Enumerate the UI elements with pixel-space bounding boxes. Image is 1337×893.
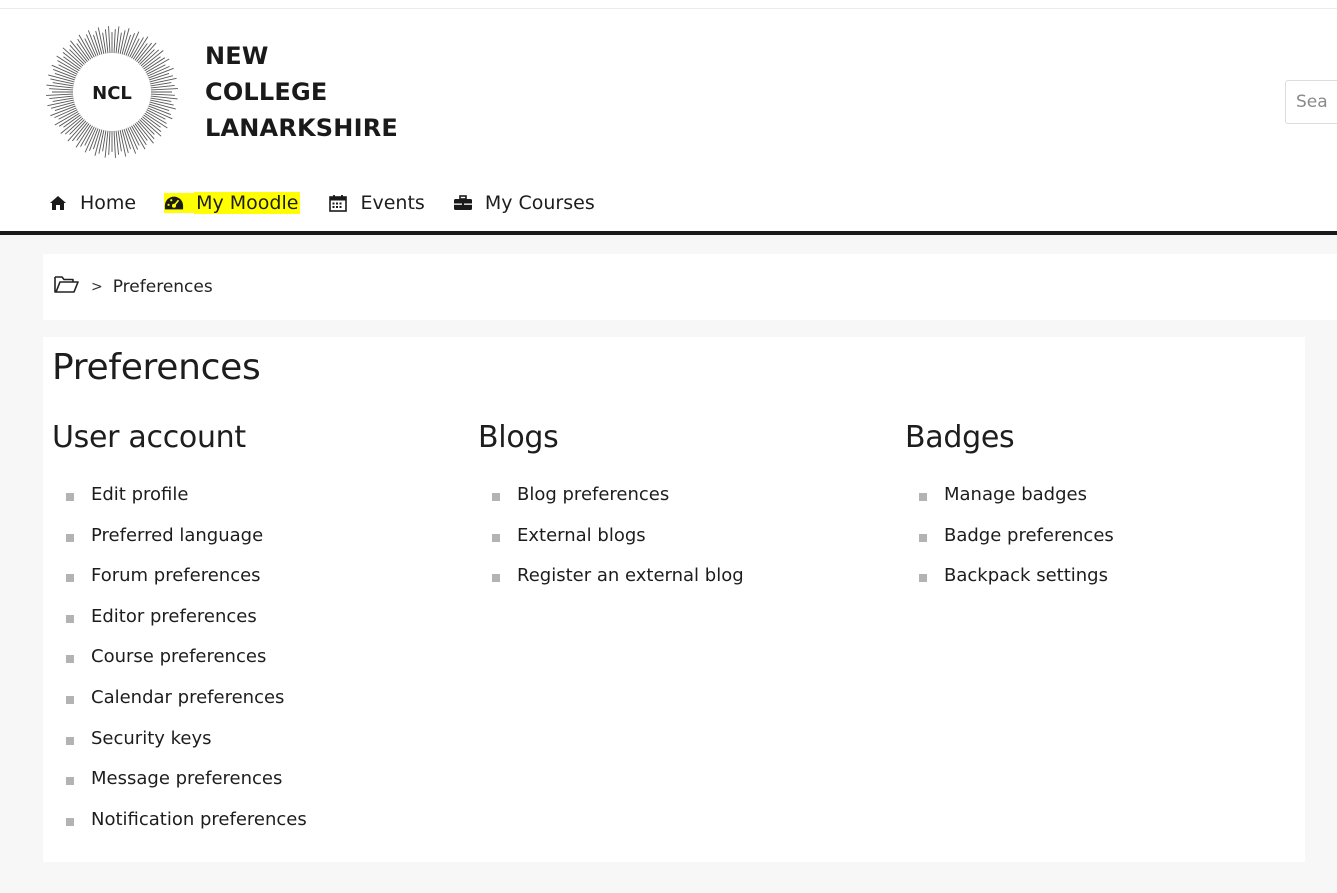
link-backpack-settings[interactable]: Backpack settings [944, 565, 1108, 586]
square-bullet-icon [66, 695, 74, 704]
list-item: Register an external blog [483, 565, 744, 606]
breadcrumb-bar: > Preferences [43, 254, 1337, 320]
link-message-preferences[interactable]: Message preferences [91, 768, 282, 789]
section-blogs: Blogs Blog preferences External blogs Re… [478, 420, 744, 586]
link-register-external-blog[interactable]: Register an external blog [517, 565, 744, 586]
list-item: Forum preferences [57, 565, 307, 606]
college-name[interactable]: NEW COLLEGE LANARKSHIRE [205, 38, 398, 146]
main-nav: Home My Moodle Events My Courses [48, 187, 623, 219]
top-divider [0, 8, 1337, 9]
dashboard-icon [164, 193, 195, 213]
ncl-logo[interactable]: NCL [42, 22, 182, 162]
list-item: Course preferences [57, 646, 307, 687]
link-security-keys[interactable]: Security keys [91, 728, 212, 749]
square-bullet-icon [66, 493, 74, 501]
square-bullet-icon [919, 574, 927, 583]
section-heading: User account [52, 420, 246, 455]
link-manage-badges[interactable]: Manage badges [944, 484, 1087, 505]
search-placeholder: Sea [1296, 92, 1328, 112]
search-input[interactable]: Sea [1285, 80, 1337, 124]
site-header: NCL NEW COLLEGE LANARKSHIRE Sea Home My … [0, 0, 1337, 235]
list-item: Security keys [57, 728, 307, 769]
link-badge-preferences[interactable]: Badge preferences [944, 525, 1114, 546]
link-course-preferences[interactable]: Course preferences [91, 646, 266, 667]
page-title: Preferences [52, 347, 261, 388]
nav-my-courses[interactable]: My Courses [453, 192, 595, 214]
list-item: Message preferences [57, 768, 307, 809]
home-icon [48, 193, 68, 213]
link-notification-preferences[interactable]: Notification preferences [91, 809, 307, 830]
nav-events[interactable]: Events [328, 192, 425, 214]
calendar-icon [328, 193, 348, 213]
square-bullet-icon [66, 655, 74, 664]
nav-my-moodle-label: My Moodle [194, 192, 301, 214]
breadcrumb: > Preferences [53, 274, 213, 299]
list-item: Calendar preferences [57, 687, 307, 728]
nav-events-label: Events [360, 192, 425, 214]
square-bullet-icon [66, 614, 74, 623]
square-bullet-icon [66, 574, 74, 583]
square-bullet-icon [66, 736, 74, 745]
link-editor-preferences[interactable]: Editor preferences [91, 606, 257, 627]
list-item: Backpack settings [910, 565, 1114, 606]
section-user-account: User account Edit profile Preferred lang… [52, 420, 307, 830]
header-divider [0, 231, 1337, 235]
list-item: Badge preferences [910, 525, 1114, 566]
square-bullet-icon [492, 574, 500, 583]
square-bullet-icon [919, 533, 927, 542]
list-item: Edit profile [57, 484, 307, 525]
link-edit-profile[interactable]: Edit profile [91, 484, 188, 505]
square-bullet-icon [919, 493, 927, 501]
link-list: Manage badges Badge preferences Backpack… [910, 484, 1114, 606]
list-item: Blog preferences [483, 484, 744, 525]
logo-line-2: COLLEGE [205, 78, 328, 106]
list-item: External blogs [483, 525, 744, 566]
section-heading: Blogs [478, 420, 559, 455]
link-calendar-preferences[interactable]: Calendar preferences [91, 687, 284, 708]
nav-home-label: Home [80, 192, 137, 214]
breadcrumb-current: Preferences [112, 276, 213, 297]
square-bullet-icon [492, 533, 500, 542]
logo-line-3: LANARKSHIRE [205, 114, 398, 142]
breadcrumb-separator: > [91, 278, 103, 295]
link-list: Blog preferences External blogs Register… [483, 484, 744, 606]
logo-line-1: NEW [205, 42, 269, 70]
briefcase-icon [453, 193, 473, 213]
link-forum-preferences[interactable]: Forum preferences [91, 565, 261, 586]
logo-badge-text: NCL [92, 83, 132, 104]
link-preferred-language[interactable]: Preferred language [91, 525, 263, 546]
nav-home[interactable]: Home [48, 192, 136, 214]
list-item: Notification preferences [57, 809, 307, 850]
square-bullet-icon [66, 533, 74, 542]
nav-my-moodle[interactable]: My Moodle [164, 192, 301, 214]
folder-open-icon[interactable] [53, 274, 79, 299]
list-item: Editor preferences [57, 606, 307, 647]
list-item: Manage badges [910, 484, 1114, 525]
list-item: Preferred language [57, 525, 307, 566]
nav-my-courses-label: My Courses [484, 192, 595, 214]
link-blog-preferences[interactable]: Blog preferences [517, 484, 669, 505]
section-heading: Badges [905, 420, 1015, 455]
square-bullet-icon [492, 493, 500, 501]
square-bullet-icon [66, 777, 74, 786]
section-badges: Badges Manage badges Badge preferences B… [905, 420, 1114, 586]
link-external-blogs[interactable]: External blogs [517, 525, 646, 546]
square-bullet-icon [66, 817, 74, 826]
link-list: Edit profile Preferred language Forum pr… [57, 484, 307, 849]
preferences-card: Preferences User account Edit profile Pr… [43, 337, 1305, 862]
